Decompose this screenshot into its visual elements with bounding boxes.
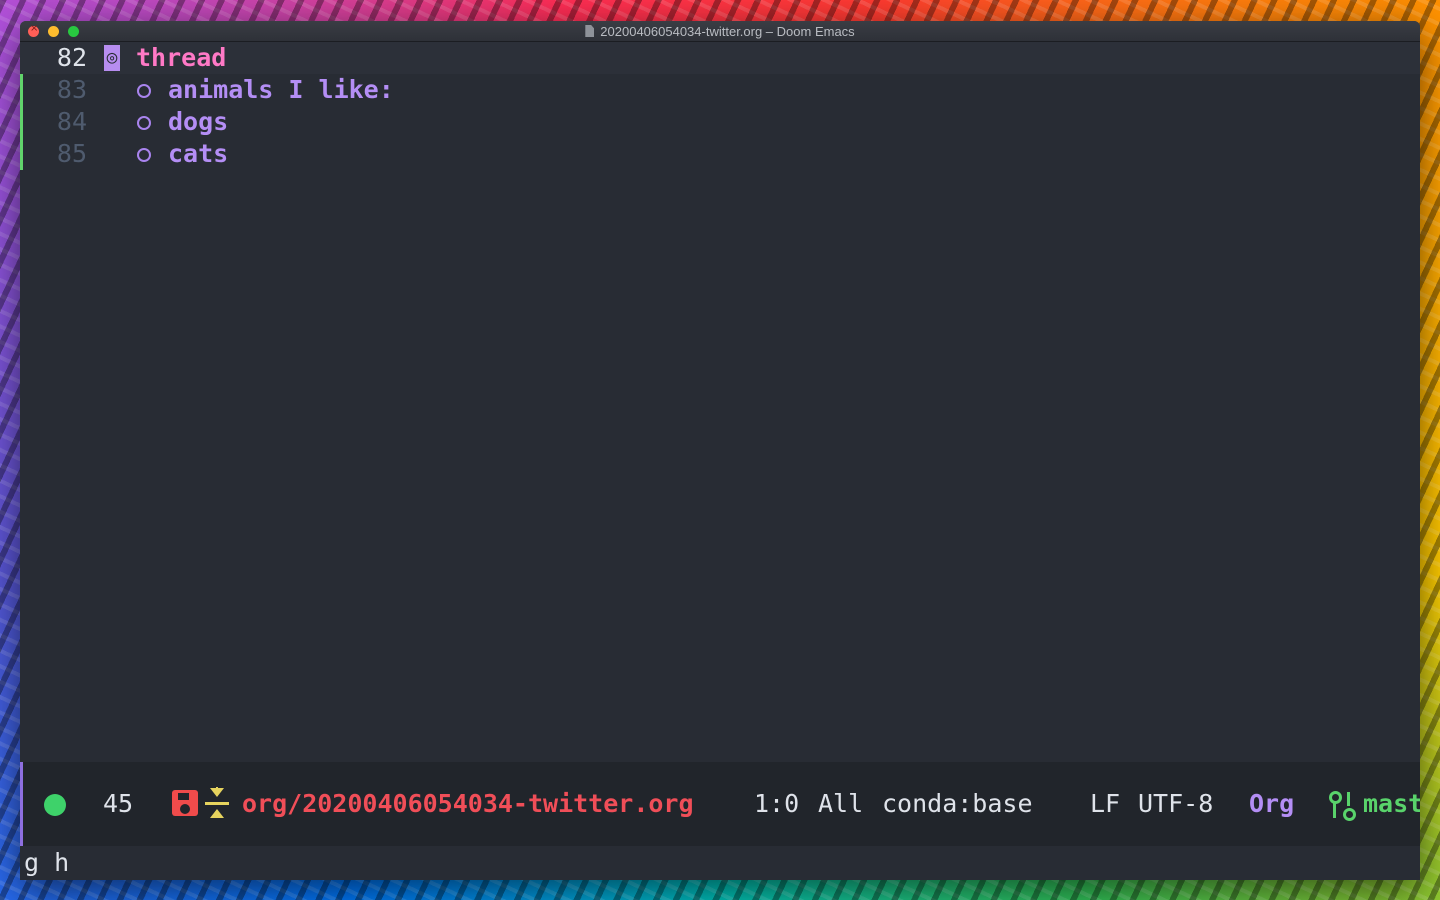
line-number: 84	[56, 107, 87, 136]
list-bullet-icon	[137, 116, 151, 130]
modeline-encoding[interactable]: UTF-8	[1138, 762, 1213, 846]
modeline: 45 org/20200406054034-twitter.org 1:0 Al…	[20, 762, 1420, 846]
modeline-git-branch[interactable]: mast	[1363, 762, 1420, 846]
editor-line[interactable]: 84 dogs	[20, 106, 1420, 138]
editor-line[interactable]: 85 cats	[20, 138, 1420, 170]
modeline-env[interactable]: conda:base	[882, 762, 1033, 846]
title-bar: × 20200406054034-twitter.org – Doom Emac…	[20, 21, 1420, 42]
emacs-window: × 20200406054034-twitter.org – Doom Emac…	[20, 21, 1420, 880]
modeline-file-path[interactable]: org/20200406054034-twitter.org	[242, 762, 694, 846]
line-number: 83	[56, 75, 87, 104]
line-number: 82	[56, 43, 87, 72]
list-item-text: dogs	[168, 107, 229, 136]
list-item-text: cats	[168, 139, 229, 168]
narrow-arrows-icon	[204, 787, 230, 819]
list-item-text: animals I like:	[168, 75, 394, 104]
modeline-count: 45	[103, 789, 134, 818]
green-dot-icon	[44, 794, 66, 816]
modeline-major-mode[interactable]: Org	[1249, 762, 1294, 846]
list-bullet-icon	[137, 84, 151, 98]
list-bullet-icon	[137, 148, 151, 162]
minibuffer[interactable]: g h	[20, 846, 1420, 880]
org-heading-text: thread	[136, 43, 227, 72]
modeline-position: 1:0	[754, 789, 800, 818]
document-icon	[585, 25, 595, 37]
modeline-eol[interactable]: LF	[1090, 762, 1120, 846]
minibuffer-keys: g h	[24, 848, 70, 877]
editor-line[interactable]: 83 animals I like:	[20, 74, 1420, 106]
text-cursor: ◎	[104, 45, 120, 71]
modeline-scroll: All	[818, 789, 864, 818]
window-title-text: 20200406054034-twitter.org – Doom Emacs	[600, 24, 855, 39]
floppy-disk-icon	[172, 790, 198, 816]
git-compare-icon	[1328, 790, 1356, 821]
editor-line[interactable]: 82 ◎ thread	[20, 42, 1420, 74]
window-title: 20200406054034-twitter.org – Doom Emacs	[20, 24, 1420, 39]
line-number: 85	[56, 139, 87, 168]
modeline-active-indicator	[20, 762, 23, 846]
editor-buffer[interactable]: 82 ◎ thread 83 animals I like: 84 dogs 8…	[20, 42, 1420, 762]
